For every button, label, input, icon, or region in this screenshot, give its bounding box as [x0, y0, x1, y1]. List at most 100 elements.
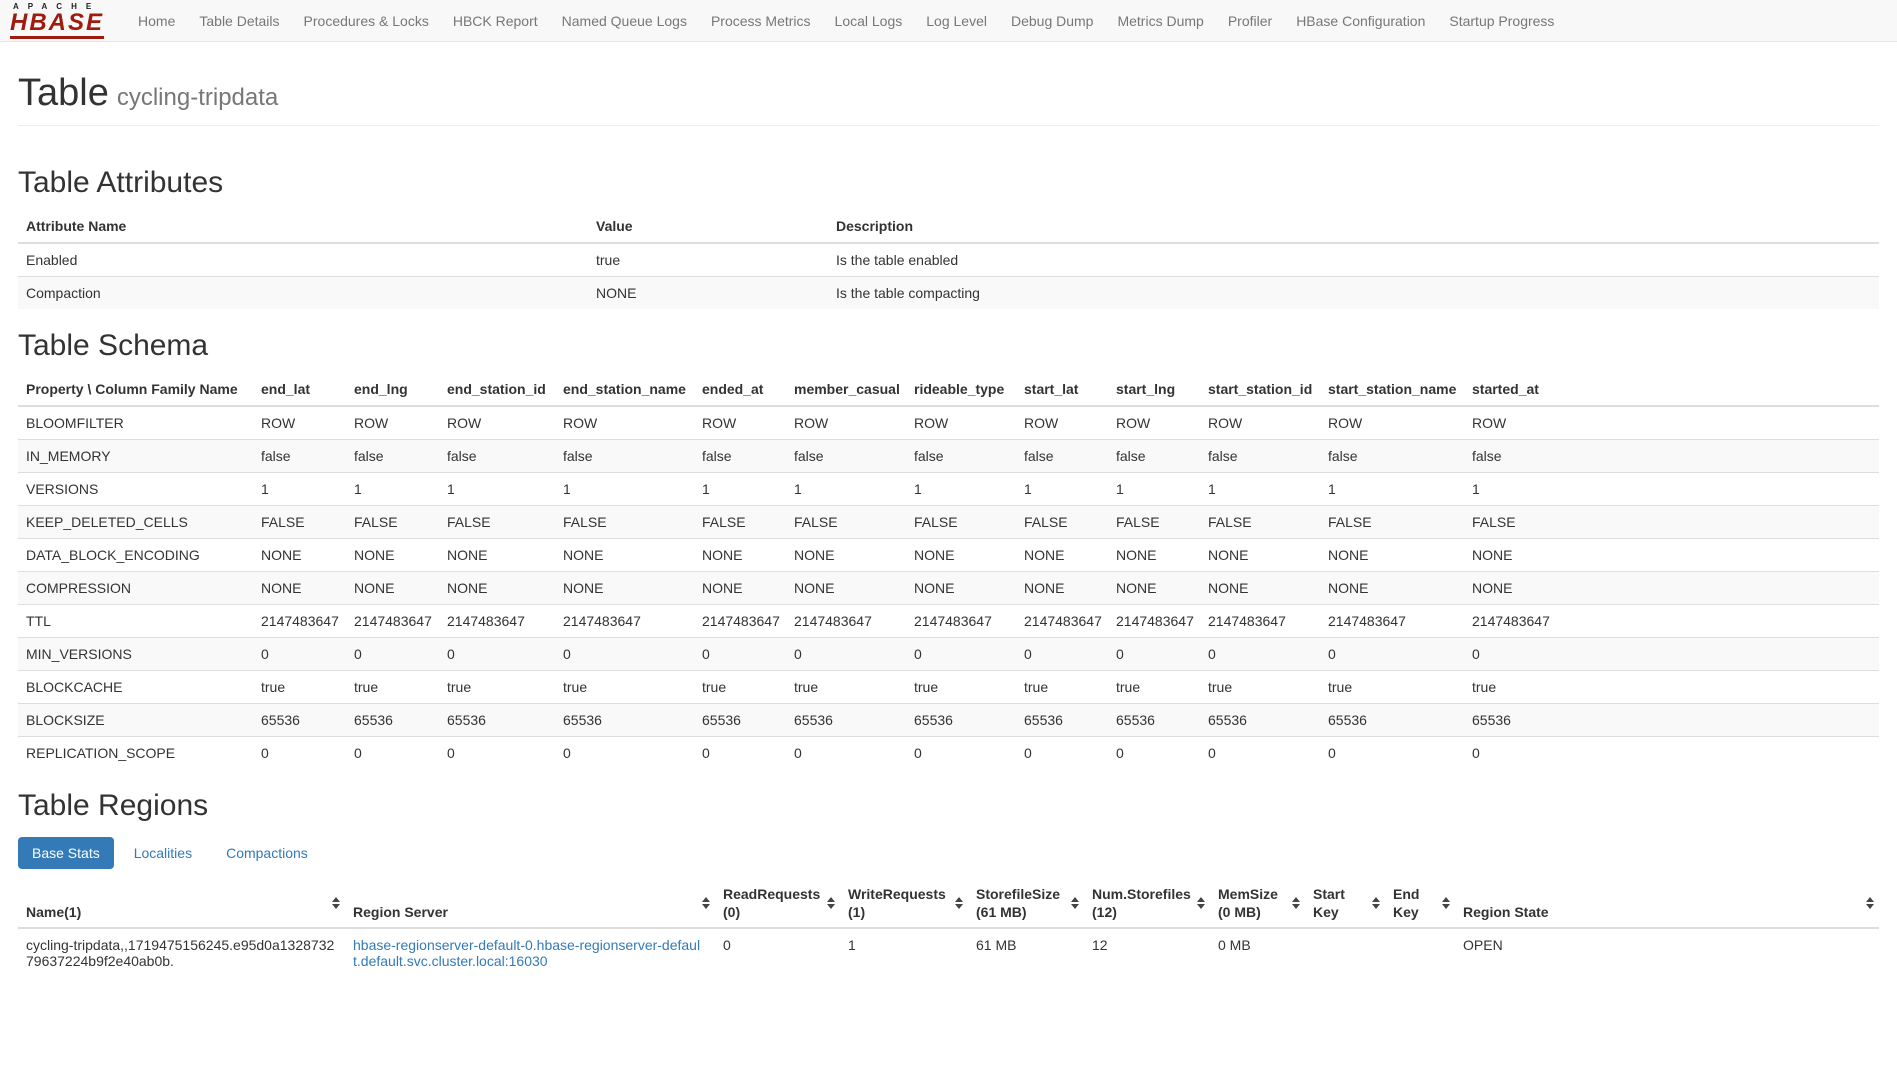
schema-family-ended-at: ended_at — [694, 373, 786, 406]
nav-item-startup-progress[interactable]: Startup Progress — [1437, 0, 1566, 42]
sort-icon[interactable] — [1197, 897, 1205, 909]
nav-item-home[interactable]: Home — [126, 0, 187, 42]
nav-item-log-level[interactable]: Log Level — [914, 0, 999, 42]
schema-value: NONE — [1320, 539, 1464, 572]
schema-value: 1 — [439, 473, 555, 506]
sort-desc-arrow — [1292, 904, 1300, 909]
schema-value: false — [1464, 440, 1879, 473]
sort-icon[interactable] — [1372, 897, 1380, 909]
sort-icon[interactable] — [1071, 897, 1079, 909]
regions-col-start-key[interactable]: Start Key — [1305, 879, 1385, 928]
regions-col-memsize-0-mb[interactable]: MemSize (0 MB) — [1210, 879, 1305, 928]
schema-property-name: VERSIONS — [18, 473, 253, 506]
schema-value: true — [1320, 671, 1464, 704]
sort-icon[interactable] — [702, 897, 710, 909]
schema-value: 2147483647 — [439, 605, 555, 638]
region-name: cycling-tripdata,,1719475156245.e95d0a13… — [18, 928, 345, 977]
schema-value: 65536 — [906, 704, 1016, 737]
schema-value: ROW — [555, 406, 694, 440]
schema-value: 1 — [555, 473, 694, 506]
schema-value: 65536 — [1320, 704, 1464, 737]
sort-desc-arrow — [332, 904, 340, 909]
nav-item-profiler[interactable]: Profiler — [1216, 0, 1284, 42]
schema-value: 1 — [1200, 473, 1320, 506]
schema-value: true — [346, 671, 439, 704]
regions-col-writerequests-1[interactable]: WriteRequests (1) — [840, 879, 968, 928]
nav-item-metrics-dump[interactable]: Metrics Dump — [1105, 0, 1215, 42]
schema-value: 0 — [253, 737, 346, 770]
nav-item-hbase-configuration[interactable]: HBase Configuration — [1284, 0, 1437, 42]
region-storefile-size: 61 MB — [968, 928, 1084, 977]
attributes-col-value: Value — [588, 210, 828, 243]
schema-value: true — [1200, 671, 1320, 704]
nav-item-table-details[interactable]: Table Details — [187, 0, 291, 42]
tab-compactions[interactable]: Compactions — [212, 837, 322, 869]
schema-property-name: BLOCKSIZE — [18, 704, 253, 737]
table-schema-section: Table Schema Property \ Column Family Na… — [18, 329, 1879, 769]
schema-value: 2147483647 — [694, 605, 786, 638]
schema-family-started-at: started_at — [1464, 373, 1879, 406]
sort-asc-arrow — [1292, 897, 1300, 902]
regions-col-name-1[interactable]: Name(1) — [18, 879, 345, 928]
schema-value: true — [906, 671, 1016, 704]
schema-row-blockcache: BLOCKCACHEtruetruetruetruetruetruetruetr… — [18, 671, 1879, 704]
schema-value: ROW — [1108, 406, 1200, 440]
nav-item-local-logs[interactable]: Local Logs — [823, 0, 915, 42]
regions-col-num-storefiles-12[interactable]: Num.Storefiles (12) — [1084, 879, 1210, 928]
tab-localities[interactable]: Localities — [120, 837, 206, 869]
schema-value: FALSE — [555, 506, 694, 539]
nav-item-debug-dump[interactable]: Debug Dump — [999, 0, 1106, 42]
region-server-link[interactable]: hbase-regionserver-default-0.hbase-regio… — [353, 937, 700, 969]
regions-col-region-server[interactable]: Region Server — [345, 879, 715, 928]
hbase-logo[interactable]: APACHE HBASE — [10, 3, 104, 39]
sort-icon[interactable] — [1442, 897, 1450, 909]
sort-icon[interactable] — [1292, 897, 1300, 909]
schema-value: true — [1108, 671, 1200, 704]
schema-value: 65536 — [346, 704, 439, 737]
nav-item-named-queue-logs[interactable]: Named Queue Logs — [550, 0, 699, 42]
attribute-row: CompactionNONEIs the table compacting — [18, 277, 1879, 310]
sort-icon[interactable] — [955, 897, 963, 909]
schema-value: 0 — [1108, 638, 1200, 671]
schema-value: NONE — [1200, 572, 1320, 605]
schema-value: ROW — [694, 406, 786, 440]
schema-value: 1 — [906, 473, 1016, 506]
nav-item-procedures-locks[interactable]: Procedures & Locks — [292, 0, 441, 42]
schema-value: FALSE — [439, 506, 555, 539]
attribute-cell: Is the table enabled — [828, 243, 1879, 277]
schema-family-rideable-type: rideable_type — [906, 373, 1016, 406]
sort-icon[interactable] — [827, 897, 835, 909]
sort-asc-arrow — [1442, 897, 1450, 902]
regions-col-readrequests-0[interactable]: ReadRequests (0) — [715, 879, 840, 928]
schema-value: 0 — [1108, 737, 1200, 770]
schema-value: FALSE — [694, 506, 786, 539]
schema-value: true — [555, 671, 694, 704]
schema-value: FALSE — [1464, 506, 1879, 539]
regions-col-storefilesize-61-mb[interactable]: StorefileSize (61 MB) — [968, 879, 1084, 928]
schema-value: FALSE — [346, 506, 439, 539]
schema-row-ttl: TTL2147483647214748364721474836472147483… — [18, 605, 1879, 638]
sort-icon[interactable] — [332, 897, 340, 909]
schema-value: NONE — [1108, 572, 1200, 605]
regions-col-region-state[interactable]: Region State — [1455, 879, 1879, 928]
sort-asc-arrow — [1866, 897, 1874, 902]
nav-item-hbck-report[interactable]: HBCK Report — [441, 0, 550, 42]
schema-value: NONE — [906, 572, 1016, 605]
schema-value: NONE — [253, 572, 346, 605]
schema-value: 65536 — [439, 704, 555, 737]
regions-col-end-key[interactable]: End Key — [1385, 879, 1455, 928]
tab-base-stats[interactable]: Base Stats — [18, 837, 114, 869]
schema-value: false — [1200, 440, 1320, 473]
schema-value: 0 — [346, 737, 439, 770]
sort-icon[interactable] — [1866, 897, 1874, 909]
schema-value: 65536 — [253, 704, 346, 737]
attribute-cell: Enabled — [18, 243, 588, 277]
schema-value: ROW — [1464, 406, 1879, 440]
schema-family-start-lng: start_lng — [1108, 373, 1200, 406]
region-num-storefiles: 12 — [1084, 928, 1210, 977]
schema-property-name: MIN_VERSIONS — [18, 638, 253, 671]
nav-item-process-metrics[interactable]: Process Metrics — [699, 0, 823, 42]
schema-value: false — [439, 440, 555, 473]
schema-value: 65536 — [555, 704, 694, 737]
sort-desc-arrow — [1372, 904, 1380, 909]
